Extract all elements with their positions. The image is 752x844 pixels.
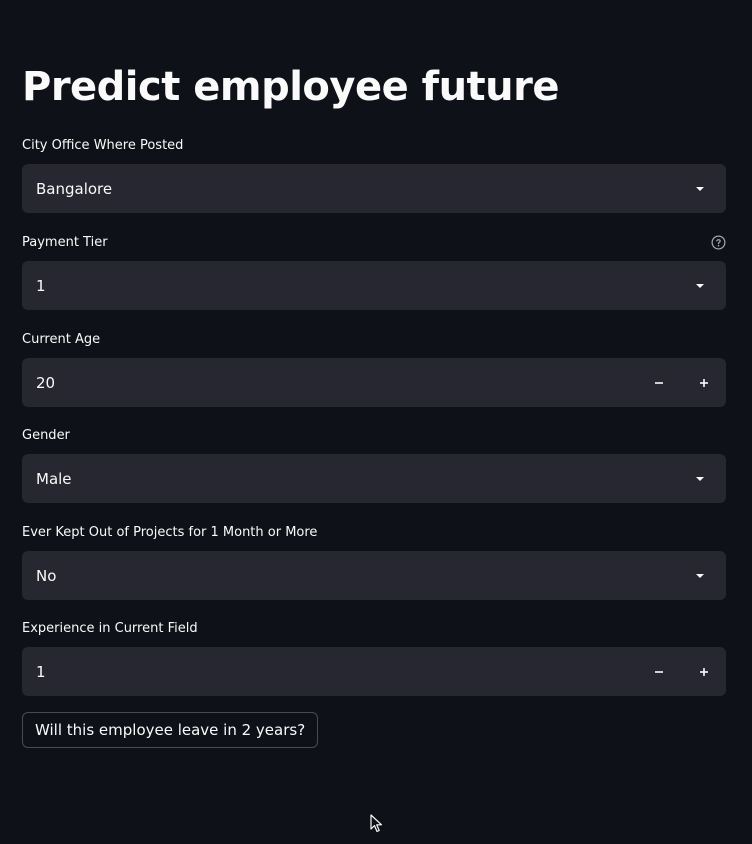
gender-value: Male bbox=[36, 469, 72, 488]
page-title: Predict employee future bbox=[22, 64, 560, 110]
plus-icon bbox=[699, 378, 708, 387]
caret-down-icon bbox=[686, 272, 714, 300]
benched-label: Ever Kept Out of Projects for 1 Month or… bbox=[22, 524, 318, 540]
age-number-field: Current Age 20 bbox=[22, 329, 726, 407]
benched-select[interactable]: No bbox=[22, 551, 726, 600]
experience-label: Experience in Current Field bbox=[22, 620, 198, 636]
benched-select-field: Ever Kept Out of Projects for 1 Month or… bbox=[22, 522, 726, 600]
experience-decrement-button[interactable] bbox=[636, 647, 681, 696]
city-label: City Office Where Posted bbox=[22, 137, 184, 153]
predict-button[interactable]: Will this employee leave in 2 years? bbox=[22, 712, 319, 748]
gender-label: Gender bbox=[22, 427, 70, 443]
age-decrement-button[interactable] bbox=[636, 358, 681, 407]
payment-tier-select[interactable]: 1 bbox=[22, 261, 726, 310]
caret-down-icon bbox=[686, 562, 714, 590]
age-increment-button[interactable] bbox=[681, 358, 726, 407]
plus-icon bbox=[699, 667, 708, 676]
app-page: Predict employee future City Office Wher… bbox=[0, 0, 752, 844]
benched-value: No bbox=[36, 566, 57, 585]
age-value: 20 bbox=[36, 373, 56, 392]
caret-down-icon bbox=[686, 175, 714, 203]
experience-increment-button[interactable] bbox=[681, 647, 726, 696]
city-value: Bangalore bbox=[36, 179, 113, 198]
age-label: Current Age bbox=[22, 331, 101, 347]
payment-tier-select-field: Payment Tier 1 bbox=[22, 232, 726, 310]
question-circle-icon[interactable] bbox=[710, 234, 726, 250]
city-select[interactable]: Bangalore bbox=[22, 164, 726, 213]
experience-input[interactable]: 1 bbox=[22, 647, 726, 696]
payment-tier-label: Payment Tier bbox=[22, 234, 108, 250]
experience-number-field: Experience in Current Field 1 bbox=[22, 618, 726, 696]
age-input[interactable]: 20 bbox=[22, 358, 726, 407]
payment-tier-value: 1 bbox=[36, 276, 46, 295]
minus-icon bbox=[654, 381, 663, 384]
caret-down-icon bbox=[686, 465, 714, 493]
gender-select[interactable]: Male bbox=[22, 454, 726, 503]
experience-value: 1 bbox=[36, 662, 46, 681]
mouse-pointer-icon bbox=[370, 814, 384, 838]
minus-icon bbox=[654, 670, 663, 673]
city-select-field: City Office Where Posted Bangalore bbox=[22, 135, 726, 213]
gender-select-field: Gender Male bbox=[22, 425, 726, 503]
